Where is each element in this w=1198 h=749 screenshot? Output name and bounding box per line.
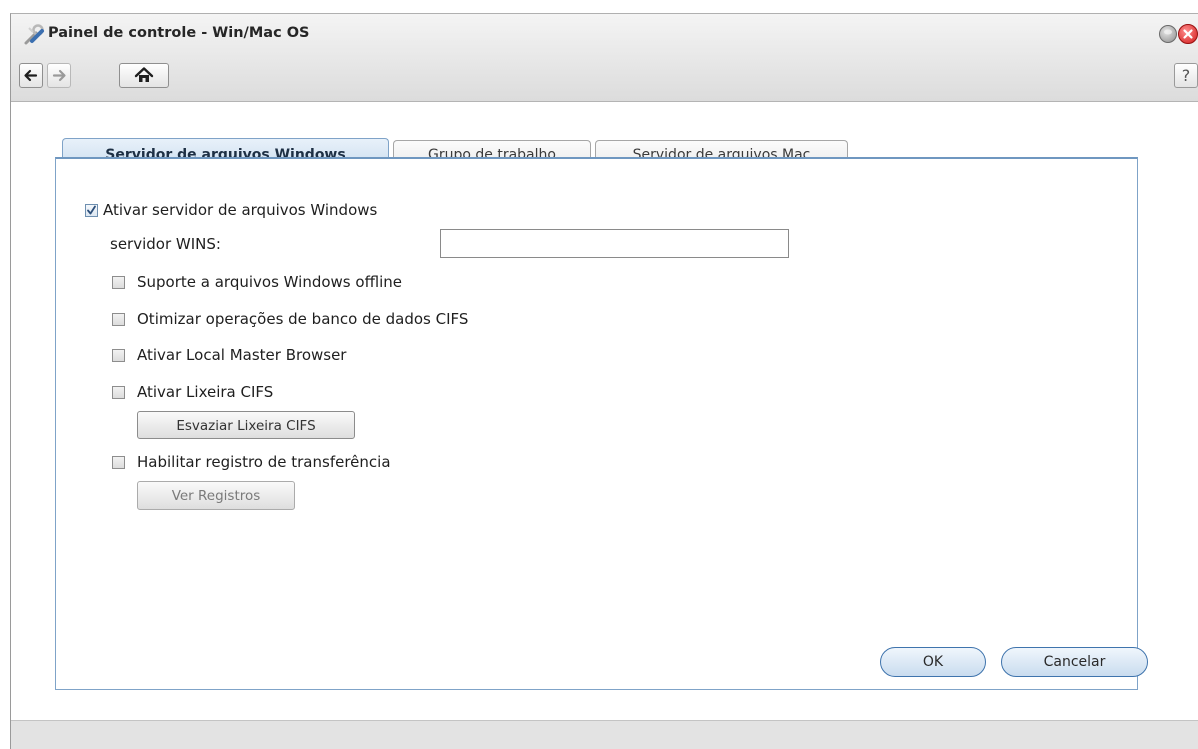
wins-server-label: servidor WINS: (110, 235, 221, 253)
tools-icon (23, 24, 45, 46)
view-logs-button[interactable]: Ver Registros (137, 481, 295, 510)
wins-server-input[interactable] (440, 229, 789, 258)
cifs-recycle-bin-checkbox[interactable] (112, 386, 125, 399)
empty-recycle-bin-button[interactable]: Esvaziar Lixeira CIFS (137, 411, 355, 439)
close-button[interactable] (1178, 24, 1198, 44)
offline-files-label: Suporte a arquivos Windows offline (137, 273, 402, 291)
cifs-recycle-bin-label: Ativar Lixeira CIFS (137, 383, 274, 401)
minimize-button[interactable] (1159, 25, 1177, 43)
forward-button[interactable] (47, 63, 71, 88)
help-button[interactable]: ? (1174, 63, 1198, 88)
local-master-browser-checkbox[interactable] (112, 349, 125, 362)
title-bar: Painel de controle - Win/Mac OS ? (11, 14, 1198, 102)
transfer-log-label: Habilitar registro de transferência (137, 453, 391, 471)
checkmark-icon (87, 205, 96, 215)
enable-windows-label: Ativar servidor de arquivos Windows (103, 201, 378, 219)
back-button[interactable] (19, 63, 43, 88)
help-icon: ? (1181, 66, 1191, 85)
back-arrow-icon (24, 69, 38, 82)
window-title: Painel de controle - Win/Mac OS (48, 25, 310, 41)
optimize-cifs-checkbox[interactable] (112, 313, 125, 326)
forward-arrow-icon (52, 69, 66, 82)
cancel-button[interactable]: Cancelar (1001, 647, 1148, 677)
enable-windows-checkbox[interactable] (85, 204, 98, 217)
home-button[interactable] (119, 63, 169, 88)
transfer-log-checkbox[interactable] (112, 456, 125, 469)
ok-button[interactable]: OK (880, 647, 986, 677)
local-master-browser-label: Ativar Local Master Browser (137, 346, 347, 364)
home-icon (134, 67, 154, 82)
status-footer (11, 720, 1198, 749)
minimize-icon (1164, 29, 1172, 35)
offline-files-checkbox[interactable] (112, 276, 125, 289)
tab-strip: Servidor de arquivos Windows Grupo de tr… (52, 138, 1135, 171)
close-icon (1183, 29, 1193, 39)
optimize-cifs-label: Otimizar operações de banco de dados CIF… (137, 310, 469, 328)
